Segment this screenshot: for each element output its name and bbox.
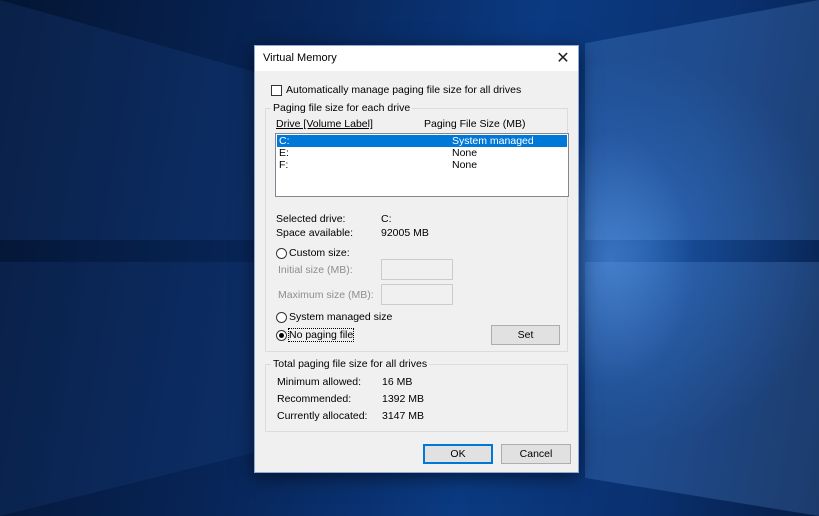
maximum-size-label: Maximum size (MB):: [278, 289, 374, 301]
cancel-button[interactable]: Cancel: [501, 444, 571, 464]
drive-size: None: [452, 159, 478, 171]
drive-size: System managed: [452, 135, 534, 147]
recommended-label: Recommended:: [277, 393, 352, 405]
drive-column-header: Drive [Volume Label]: [276, 118, 373, 130]
currently-allocated-label: Currently allocated:: [277, 410, 368, 422]
windows-logo-pane: [585, 0, 819, 240]
auto-manage-checkbox[interactable]: [271, 85, 282, 96]
custom-size-radio[interactable]: [276, 248, 287, 259]
initial-size-label: Initial size (MB):: [278, 264, 353, 276]
initial-size-input[interactable]: [381, 259, 453, 280]
close-icon[interactable]: ✕: [548, 46, 578, 71]
windows-logo-pane: [0, 0, 255, 240]
virtual-memory-dialog: Virtual Memory ✕ Automatically manage pa…: [254, 45, 579, 473]
selected-drive-value: C:: [381, 213, 392, 225]
size-column-header: Paging File Size (MB): [424, 118, 526, 130]
no-paging-radio[interactable]: [276, 330, 287, 341]
ok-button[interactable]: OK: [423, 444, 493, 464]
list-item[interactable]: E: None: [277, 147, 567, 159]
no-paging-label[interactable]: No paging file: [287, 328, 355, 342]
space-available-value: 92005 MB: [381, 227, 429, 239]
system-managed-radio[interactable]: [276, 312, 287, 323]
auto-manage-label[interactable]: Automatically manage paging file size fo…: [286, 84, 521, 96]
selected-drive-label: Selected drive:: [276, 213, 346, 225]
space-available-label: Space available:: [276, 227, 354, 239]
custom-size-label[interactable]: Custom size:: [289, 247, 350, 259]
windows-logo-pane: [585, 262, 819, 516]
list-item[interactable]: F: None: [277, 159, 567, 171]
system-managed-label[interactable]: System managed size: [289, 311, 392, 323]
minimum-allowed-label: Minimum allowed:: [277, 376, 362, 388]
title-bar[interactable]: Virtual Memory ✕: [255, 46, 578, 71]
total-group-title: Total paging file size for all drives: [271, 358, 430, 370]
drive-letter: C:: [279, 135, 290, 147]
drive-size: None: [452, 147, 478, 159]
drive-letter: E:: [279, 147, 289, 159]
window-title: Virtual Memory: [263, 52, 337, 64]
drive-list[interactable]: C: System managed E: None F: None: [275, 133, 569, 197]
recommended-value: 1392 MB: [382, 393, 425, 405]
paging-group-title: Paging file size for each drive: [271, 102, 413, 114]
maximum-size-input[interactable]: [381, 284, 453, 305]
currently-allocated-value: 3147 MB: [382, 410, 425, 422]
windows-logo-pane: [0, 262, 255, 516]
drive-letter: F:: [279, 159, 289, 171]
set-button[interactable]: Set: [491, 325, 560, 345]
list-item[interactable]: C: System managed: [277, 135, 567, 147]
minimum-allowed-value: 16 MB: [382, 376, 413, 388]
